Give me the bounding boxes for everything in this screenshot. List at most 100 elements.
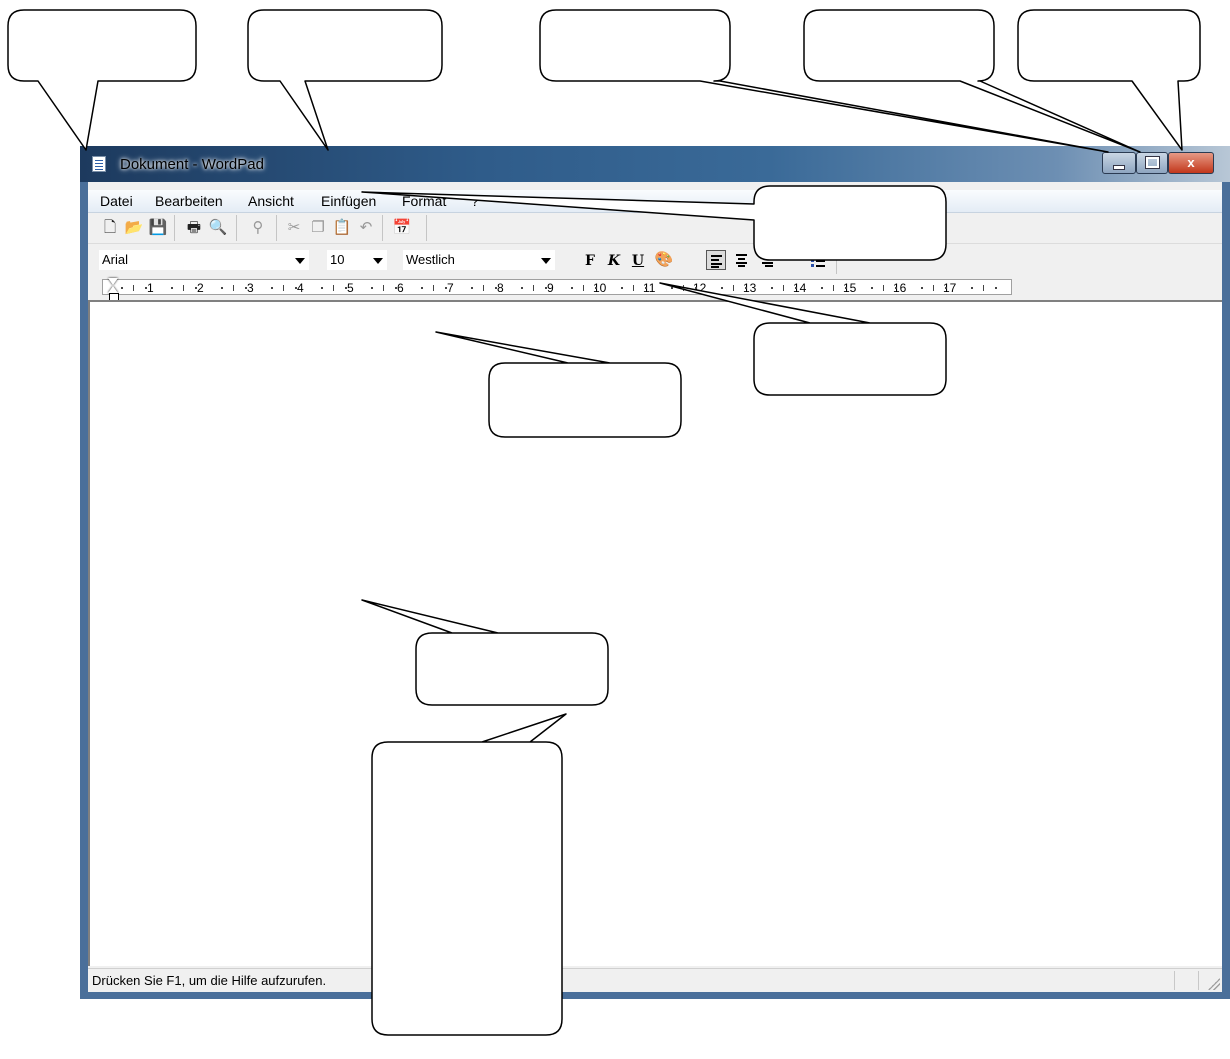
ruler-tick <box>483 285 484 291</box>
chevron-down-icon[interactable] <box>295 258 305 264</box>
ruler-tick <box>445 287 447 289</box>
minimize-icon <box>1113 165 1125 170</box>
ruler-tick <box>883 285 884 291</box>
first-line-indent-marker[interactable] <box>108 278 118 285</box>
menu-bar: Datei Bearbeiten Ansicht Einfügen Format… <box>88 190 1222 213</box>
standard-toolbar: 🗋 📂 💾 🖶 🔍 ⚲ ✂ ❐ 📋 ↶ 📅 <box>88 213 1222 244</box>
toolbar-separator <box>836 248 837 274</box>
callout-bubble <box>803 9 1141 153</box>
chevron-down-icon[interactable] <box>373 258 383 264</box>
ruler-tick <box>683 285 684 291</box>
ruler-tick <box>945 287 947 289</box>
print-preview-icon[interactable]: 🔍 <box>208 218 228 238</box>
ruler-tick <box>383 285 384 291</box>
insert-datetime-icon[interactable]: 📅 <box>392 218 412 238</box>
ruler-tick <box>721 287 723 289</box>
ruler-number: 9 <box>547 281 554 295</box>
toolbar-separator <box>174 215 175 241</box>
ruler-number: 6 <box>397 281 404 295</box>
ruler-tick <box>871 287 873 289</box>
document-text-area[interactable] <box>88 300 1222 966</box>
ruler-scale[interactable]: 1 2 3 4 5 6 7 8 9 10 11 12 13 14 15 16 1… <box>102 279 1012 295</box>
ruler-tick <box>433 285 434 291</box>
bold-button[interactable]: F <box>580 251 600 271</box>
window-title: Dokument - WordPad <box>120 156 264 173</box>
wordpad-app-icon[interactable] <box>92 156 106 172</box>
bullet-list-button[interactable] <box>808 250 828 270</box>
ruler-tick <box>321 287 323 289</box>
ruler-tick <box>571 287 573 289</box>
ruler-tick <box>371 287 373 289</box>
ruler-tick <box>333 285 334 291</box>
status-text: Drücken Sie F1, um die Hilfe aufzurufen. <box>92 973 327 988</box>
ruler-tick <box>671 287 673 289</box>
status-pane-divider <box>1198 971 1199 990</box>
align-center-button[interactable] <box>732 250 752 270</box>
ruler-tick <box>121 287 123 289</box>
callout-bubble <box>247 9 443 151</box>
script-combo[interactable]: Westlich <box>402 249 556 271</box>
cut-scissors-icon[interactable]: ✂ <box>284 218 304 238</box>
ruler-tick <box>833 285 834 291</box>
ruler-tick <box>545 287 547 289</box>
menu-format[interactable]: Format <box>402 193 446 209</box>
ruler-tick <box>745 287 747 289</box>
undo-icon[interactable]: ↶ <box>356 218 376 238</box>
menu-bearbeiten[interactable]: Bearbeiten <box>155 193 223 209</box>
client-area: Datei Bearbeiten Ansicht Einfügen Format… <box>88 182 1222 992</box>
color-palette-icon[interactable]: 🎨 <box>654 250 674 270</box>
save-disk-icon[interactable]: 💾 <box>148 218 168 238</box>
ruler-tick <box>845 287 847 289</box>
menu-ansicht[interactable]: Ansicht <box>248 193 294 209</box>
menu-help[interactable]: ? <box>471 193 479 209</box>
find-binoculars-icon[interactable]: ⚲ <box>248 218 268 238</box>
ruler-tick <box>583 285 584 291</box>
format-toolbar: Arial 10 Westlich F K U 🎨 <box>88 244 1222 276</box>
print-icon[interactable]: 🖶 <box>184 218 204 238</box>
close-button[interactable]: x <box>1168 152 1214 174</box>
callout-bubble <box>539 9 1109 153</box>
ruler-tick <box>183 285 184 291</box>
font-size-combo[interactable]: 10 <box>326 249 388 271</box>
ruler-number: 2 <box>197 281 204 295</box>
copy-icon[interactable]: ❐ <box>308 218 328 238</box>
script-value: Westlich <box>406 252 455 267</box>
align-right-button[interactable] <box>758 250 778 270</box>
ruler-tick <box>171 287 173 289</box>
toolbar-separator <box>236 215 237 241</box>
underline-button[interactable]: U <box>628 251 648 271</box>
resize-grip-icon[interactable] <box>1208 978 1220 990</box>
toolbar-separator <box>276 215 277 241</box>
new-document-icon[interactable]: 🗋 <box>100 218 120 238</box>
paste-icon[interactable]: 📋 <box>332 218 352 238</box>
ruler-tick <box>733 285 734 291</box>
menu-einfuegen[interactable]: Einfügen <box>321 193 376 209</box>
ruler-tick <box>921 287 923 289</box>
ruler-tick <box>983 285 984 291</box>
ruler-number: 4 <box>297 281 304 295</box>
maximize-button[interactable] <box>1136 152 1168 174</box>
ruler[interactable]: 1 2 3 4 5 6 7 8 9 10 11 12 13 14 15 16 1… <box>88 276 1222 298</box>
ruler-tick <box>595 287 597 289</box>
ruler-number: 7 <box>447 281 454 295</box>
ruler-tick <box>471 287 473 289</box>
hanging-indent-marker[interactable] <box>108 286 118 293</box>
font-size-value: 10 <box>330 252 345 267</box>
ruler-tick <box>345 287 347 289</box>
maximize-icon <box>1144 156 1160 169</box>
ruler-tick <box>145 287 147 289</box>
open-folder-icon[interactable]: 📂 <box>124 218 144 238</box>
ruler-tick <box>521 287 523 289</box>
italic-button[interactable]: K <box>604 251 624 271</box>
ruler-tick <box>495 287 497 289</box>
align-left-button[interactable] <box>706 250 726 270</box>
toolbar-separator <box>426 215 427 241</box>
title-bar[interactable]: Dokument - WordPad x <box>80 146 1230 182</box>
menu-datei[interactable]: Datei <box>100 193 133 209</box>
minimize-button[interactable] <box>1102 152 1136 174</box>
ruler-tick <box>783 285 784 291</box>
wordpad-window: Dokument - WordPad x Datei Bearbeiten An… <box>80 146 1230 999</box>
chevron-down-icon[interactable] <box>541 258 551 264</box>
ruler-tick <box>233 285 234 291</box>
font-name-combo[interactable]: Arial <box>98 249 310 271</box>
